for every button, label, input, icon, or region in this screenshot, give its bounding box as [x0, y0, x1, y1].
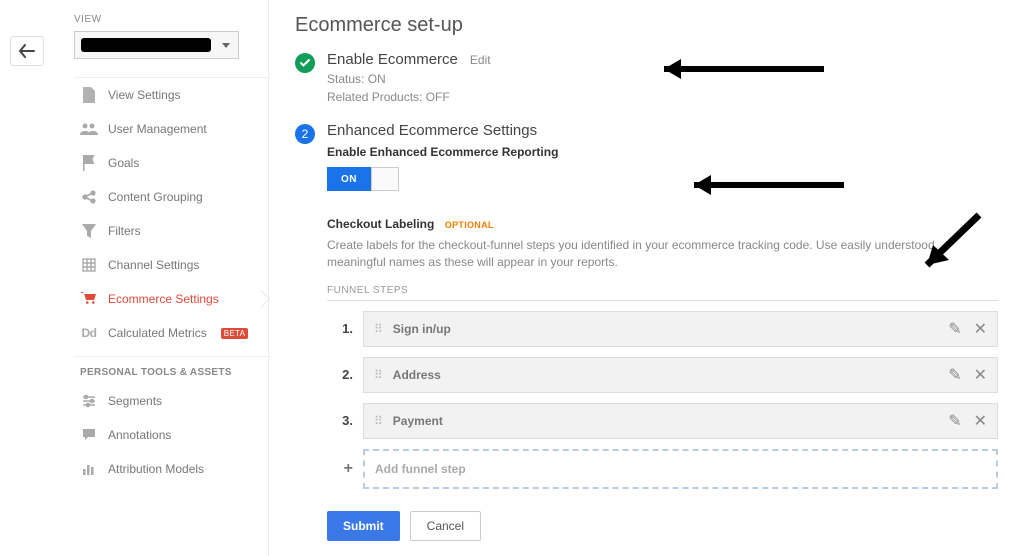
funnel-step-label: Address — [393, 368, 938, 382]
sidebar-item-calculated-metrics[interactable]: Dd Calculated Metrics BETA — [74, 316, 268, 350]
related-products-text: Related Products: OFF — [327, 90, 998, 104]
step-title: Enable Ecommerce — [327, 51, 458, 68]
edit-icon[interactable]: ✎ — [948, 319, 961, 339]
optional-badge: OPTIONAL — [445, 220, 494, 230]
sidebar-item-annotations[interactable]: Annotations — [74, 418, 268, 452]
toggle-on-label: ON — [327, 167, 371, 191]
funnel-step-row: 3. ⠿ Payment ✎ ✕ — [327, 403, 998, 439]
selected-view-redacted — [81, 38, 211, 52]
users-icon — [80, 120, 98, 138]
sidebar: VIEW View Settings User Management Goals… — [74, 0, 269, 556]
checkout-labeling-desc: Create labels for the checkout-funnel st… — [327, 237, 967, 271]
remove-icon[interactable]: ✕ — [974, 319, 987, 339]
submit-button[interactable]: Submit — [327, 511, 400, 541]
cancel-button[interactable]: Cancel — [410, 511, 481, 541]
funnel-step-row: 2. ⠿ Address ✎ ✕ — [327, 357, 998, 393]
sidebar-item-label: Content Grouping — [108, 190, 203, 204]
sidebar-item-goals[interactable]: Goals — [74, 146, 268, 180]
funnel-step-box[interactable]: ⠿ Payment ✎ ✕ — [363, 403, 998, 439]
sidebar-item-attribution-models[interactable]: Attribution Models — [74, 452, 268, 486]
sidebar-item-segments[interactable]: Segments — [74, 384, 268, 418]
funnel-step-box[interactable]: ⠿ Sign in/up ✎ ✕ — [363, 311, 998, 347]
sidebar-item-label: View Settings — [108, 88, 181, 102]
step-title: Enhanced Ecommerce Settings — [327, 122, 537, 139]
add-funnel-step[interactable]: Add funnel step — [363, 449, 998, 489]
grid-icon — [80, 256, 98, 274]
remove-icon[interactable]: ✕ — [974, 411, 987, 431]
sidebar-item-label: Goals — [108, 156, 139, 170]
funnel-icon — [80, 222, 98, 240]
view-label: VIEW — [74, 14, 268, 25]
sidebar-item-label: Ecommerce Settings — [108, 292, 219, 306]
funnel-step-add-row: + Add funnel step — [327, 449, 998, 489]
annotation-arrow-icon — [649, 54, 829, 84]
sidebar-item-label: Calculated Metrics — [108, 326, 207, 340]
edit-icon[interactable]: ✎ — [948, 365, 961, 385]
bars-icon — [80, 460, 98, 478]
checkout-labeling-head: Checkout Labeling — [327, 217, 434, 231]
funnel-step-number: 2. — [327, 367, 353, 382]
sidebar-item-user-management[interactable]: User Management — [74, 112, 268, 146]
sidebar-section-head: PERSONAL TOOLS & ASSETS — [74, 356, 268, 384]
edit-icon[interactable]: ✎ — [948, 411, 961, 431]
back-button[interactable] — [10, 36, 44, 66]
dd-icon: Dd — [80, 324, 98, 342]
step-enhanced-ecommerce: 2 Enhanced Ecommerce Settings Enable Enh… — [295, 122, 998, 541]
sidebar-item-label: Filters — [108, 224, 141, 238]
back-arrow-icon — [19, 44, 35, 58]
view-select[interactable] — [74, 31, 239, 59]
sidebar-item-label: Annotations — [108, 428, 171, 442]
sidebar-item-ecommerce-settings[interactable]: Ecommerce Settings — [74, 282, 268, 316]
step-enable-ecommerce: Enable Ecommerce Edit Status: ON Related… — [295, 51, 998, 104]
step-number-badge: 2 — [295, 124, 315, 144]
speech-icon — [80, 426, 98, 444]
page-icon — [80, 86, 98, 104]
toggle-knob — [371, 167, 399, 191]
sidebar-item-channel-settings[interactable]: Channel Settings — [74, 248, 268, 282]
flag-icon — [80, 154, 98, 172]
sidebar-item-label: User Management — [108, 122, 207, 136]
beta-badge: BETA — [221, 328, 249, 339]
funnel-step-number: 3. — [327, 413, 353, 428]
funnel-step-label: Payment — [393, 414, 938, 428]
chevron-down-icon — [222, 43, 230, 48]
add-step-plus: + — [327, 460, 353, 478]
drag-handle-icon[interactable]: ⠿ — [374, 368, 383, 382]
sidebar-item-label: Attribution Models — [108, 462, 204, 476]
sidebar-item-content-grouping[interactable]: Content Grouping — [74, 180, 268, 214]
share-icon — [80, 188, 98, 206]
drag-handle-icon[interactable]: ⠿ — [374, 414, 383, 428]
enhanced-reporting-toggle[interactable]: ON — [327, 167, 399, 191]
enable-reporting-label: Enable Enhanced Ecommerce Reporting — [327, 145, 998, 159]
remove-icon[interactable]: ✕ — [974, 365, 987, 385]
annotation-arrow-icon — [909, 210, 989, 280]
step-done-icon — [295, 53, 315, 73]
drag-handle-icon[interactable]: ⠿ — [374, 322, 383, 336]
edit-link[interactable]: Edit — [470, 53, 491, 67]
funnel-step-row: 1. ⠿ Sign in/up ✎ ✕ — [327, 311, 998, 347]
sidebar-item-label: Channel Settings — [108, 258, 199, 272]
page-title: Ecommerce set-up — [295, 14, 998, 37]
funnel-step-box[interactable]: ⠿ Address ✎ ✕ — [363, 357, 998, 393]
funnel-step-label: Sign in/up — [393, 322, 938, 336]
cart-icon — [80, 290, 98, 308]
annotation-arrow-icon — [679, 172, 849, 198]
sidebar-item-filters[interactable]: Filters — [74, 214, 268, 248]
funnel-steps-head: FUNNEL STEPS — [327, 285, 998, 301]
sidebar-item-view-settings[interactable]: View Settings — [74, 78, 268, 112]
sliders-icon — [80, 392, 98, 410]
main-content: Ecommerce set-up Enable Ecommerce Edit S… — [269, 0, 1024, 556]
sidebar-item-label: Segments — [108, 394, 162, 408]
funnel-step-number: 1. — [327, 321, 353, 336]
